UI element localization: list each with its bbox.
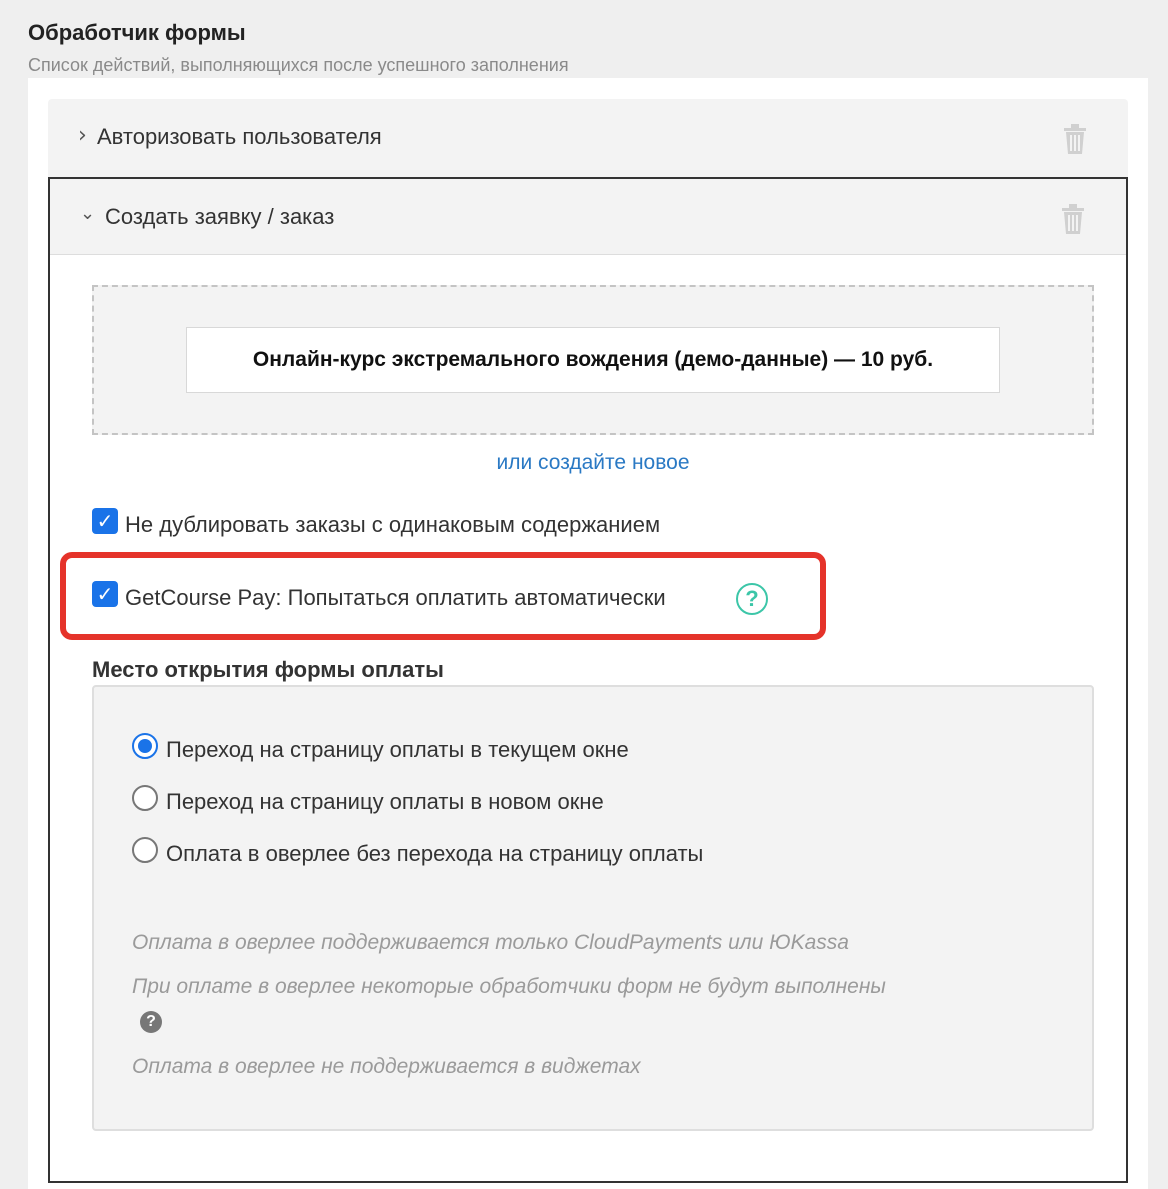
overlay-note: При оплате в оверлее некоторые обработчи… <box>132 969 892 1039</box>
action-header[interactable]: ⌄ Создать заявку / заказ <box>50 179 1126 255</box>
checkmark-icon: ✓ <box>96 582 114 606</box>
radio-overlay[interactable] <box>132 837 158 863</box>
radio-label[interactable]: Оплата в оверлее без перехода на страниц… <box>166 841 703 867</box>
radio-label[interactable]: Переход на страницу оплаты в текущем окн… <box>166 737 629 763</box>
question-circle-icon[interactable]: ? <box>140 1010 162 1033</box>
chevron-down-icon[interactable]: ⌄ <box>80 203 95 224</box>
overlay-note: Оплата в оверлее не поддерживается в вид… <box>132 1055 641 1078</box>
radio-new-window[interactable] <box>132 785 158 811</box>
payment-location-box: Переход на страницу оплаты в текущем окн… <box>92 685 1094 1131</box>
autopay-checkbox[interactable]: ✓ <box>92 581 118 607</box>
autopay-label[interactable]: GetCourse Pay: Попытаться оплатить автом… <box>125 585 666 611</box>
overlay-note: Оплата в оверлее поддерживается только C… <box>132 931 849 954</box>
trash-icon[interactable] <box>1060 203 1086 235</box>
action-title[interactable]: Создать заявку / заказ <box>105 204 334 230</box>
offer-drop-zone[interactable]: Онлайн-курс экстремального вождения (дем… <box>92 285 1094 435</box>
section-subtitle: Список действий, выполняющихся после усп… <box>28 55 569 75</box>
trash-icon[interactable] <box>1062 123 1088 155</box>
checkmark-icon: ✓ <box>96 509 114 533</box>
no-duplicate-label[interactable]: Не дублировать заказы с одинаковым содер… <box>125 512 660 538</box>
action-create-order: ⌄ Создать заявку / заказ Онлайн-курс экс… <box>48 177 1128 1183</box>
question-circle-icon[interactable]: ? <box>736 583 768 615</box>
action-title[interactable]: Авторизовать пользователя <box>97 124 382 150</box>
overlay-note-text: При оплате в оверлее некоторые обработчи… <box>132 975 886 998</box>
create-new-link[interactable]: или создайте новое <box>50 451 1136 475</box>
no-duplicate-checkbox[interactable]: ✓ <box>92 508 118 534</box>
chevron-right-icon[interactable]: › <box>78 123 87 148</box>
radio-label[interactable]: Переход на страницу оплаты в новом окне <box>166 789 604 815</box>
action-authorize-user[interactable]: › Авторизовать пользователя <box>48 99 1128 177</box>
radio-current-window[interactable] <box>132 733 158 759</box>
selected-offer[interactable]: Онлайн-курс экстремального вождения (дем… <box>186 327 1000 393</box>
payment-location-heading: Место открытия формы оплаты <box>92 657 444 682</box>
section-title: Обработчик формы <box>28 20 246 45</box>
